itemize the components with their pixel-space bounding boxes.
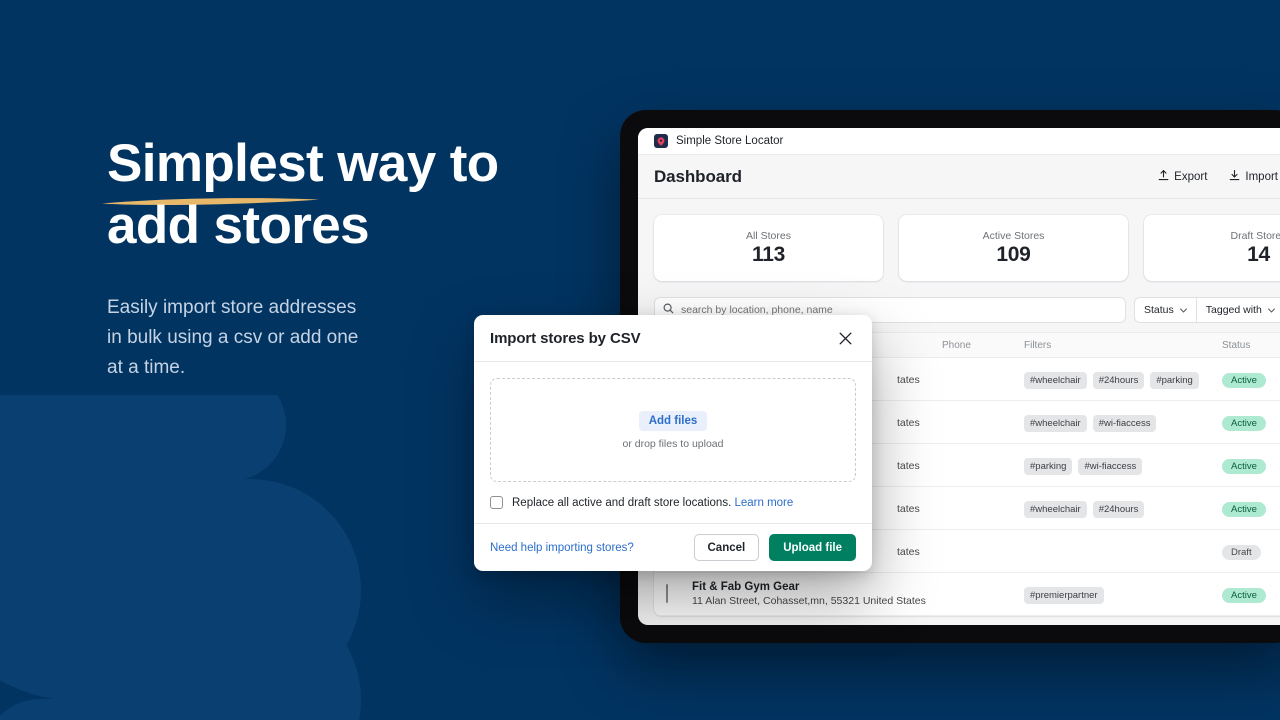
store-address: tates — [897, 460, 920, 472]
replace-locations-text: Replace all active and draft store locat… — [512, 496, 732, 509]
modal-title: Import stores by CSV — [490, 329, 641, 347]
filters-cell: #premierpartner — [1024, 585, 1222, 604]
page-header: Dashboard Export Import — [638, 155, 1280, 199]
stat-value: 113 — [752, 242, 785, 266]
modal-body: Add files or drop files to upload Replac… — [474, 362, 872, 523]
page-title: Dashboard — [654, 166, 742, 186]
modal-header: Import stores by CSV — [474, 315, 872, 362]
upload-file-button[interactable]: Upload file — [769, 534, 856, 561]
status-badge: Active — [1222, 588, 1266, 603]
filter-tag: #24hours — [1092, 500, 1145, 518]
status-cell: Active — [1222, 456, 1280, 474]
filter-group: Status Tagged with — [1134, 297, 1280, 323]
need-help-link[interactable]: Need help importing stores? — [490, 542, 634, 554]
chevron-down-icon — [1179, 304, 1187, 316]
replace-locations-label: Replace all active and draft store locat… — [512, 497, 793, 509]
status-cell: Active — [1222, 585, 1280, 603]
import-button[interactable]: Import — [1229, 169, 1278, 184]
filter-tag: #wi-fiaccess — [1092, 414, 1157, 432]
stat-label: Active Stores — [982, 229, 1045, 242]
stat-card-active-stores[interactable]: Active Stores 109 — [899, 215, 1128, 281]
stat-card-draft-stores[interactable]: Draft Stores 14 — [1144, 215, 1280, 281]
headline-emphasis-text: Simplest — [107, 134, 324, 193]
filters-cell: #parking #wi-fiaccess — [1024, 456, 1222, 475]
store-address: tates — [897, 503, 920, 515]
app-topbar: Simple Store Locator — [638, 128, 1280, 155]
stats-row: All Stores 113 Active Stores 109 Draft S… — [638, 199, 1280, 297]
import-icon — [1229, 169, 1240, 184]
file-dropzone[interactable]: Add files or drop files to upload — [490, 378, 856, 482]
filter-tag: #wheelchair — [1024, 371, 1087, 389]
headline-line2: add stores — [107, 196, 370, 255]
export-button[interactable]: Export — [1158, 169, 1207, 184]
stat-card-all-stores[interactable]: All Stores 113 — [654, 215, 883, 281]
stat-label: All Stores — [746, 229, 791, 242]
modal-footer: Need help importing stores? Cancel Uploa… — [474, 523, 872, 571]
header-filters: Filters — [1024, 339, 1052, 351]
filter-status-label: Status — [1144, 304, 1174, 316]
learn-more-link[interactable]: Learn more — [734, 497, 793, 509]
brand-watermark-s — [0, 395, 361, 720]
headline-emphasis-word: Simplest — [102, 133, 324, 205]
status-badge: Active — [1222, 459, 1266, 474]
filter-tag: #wi-fiaccess — [1078, 457, 1143, 475]
headline: Simplest way to add stores — [102, 133, 577, 257]
filters-cell: #wheelchair #wi-fiaccess — [1024, 413, 1222, 432]
filter-tag: #premierpartner — [1024, 586, 1104, 604]
filter-tag: #wheelchair — [1024, 500, 1087, 518]
chevron-down-icon — [1267, 304, 1275, 316]
close-icon[interactable] — [834, 327, 856, 349]
status-cell: Active — [1222, 370, 1280, 388]
headline-line1-rest: way to — [323, 134, 499, 193]
export-label: Export — [1174, 170, 1208, 183]
replace-locations-checkbox[interactable] — [490, 496, 503, 509]
filter-tag: #parking — [1024, 457, 1073, 475]
replace-locations-row: Replace all active and draft store locat… — [490, 482, 856, 523]
header-status: Status — [1222, 339, 1251, 351]
header-phone: Phone — [942, 339, 971, 351]
app-name-label: Simple Store Locator — [676, 135, 784, 147]
status-badge: Active — [1222, 502, 1266, 517]
status-badge: Active — [1222, 373, 1266, 388]
stat-label: Draft Stores — [1230, 229, 1280, 242]
status-cell: Draft — [1222, 542, 1280, 560]
status-badge: Draft — [1222, 545, 1261, 560]
filter-tagged-with-button[interactable]: Tagged with — [1196, 297, 1280, 323]
filters-cell: #wheelchair #24hours — [1024, 499, 1222, 518]
drop-hint-label: or drop files to upload — [622, 437, 724, 450]
promo-banner: Simplest way to add stores Easily import… — [0, 0, 1280, 720]
stat-value: 14 — [1247, 242, 1270, 266]
filter-tag: #parking — [1150, 371, 1199, 389]
filter-tag: #24hours — [1092, 371, 1145, 389]
store-locator-pin-logo-icon — [654, 134, 668, 148]
filter-tag: #wheelchair — [1024, 414, 1087, 432]
import-csv-modal: Import stores by CSV Add files or drop f… — [474, 315, 872, 571]
status-cell: Active — [1222, 413, 1280, 431]
store-address: tates — [897, 417, 920, 429]
filter-tagged-with-label: Tagged with — [1205, 304, 1262, 316]
store-name: Fit & Fab Gym Gear — [692, 581, 800, 593]
store-cell: Fit & Fab Gym Gear 11 Alan Street, Cohass… — [692, 581, 942, 607]
store-address: 11 Alan Street, Cohasset,mn, 55321 Unite… — [692, 595, 926, 607]
add-files-button[interactable]: Add files — [638, 410, 708, 431]
row-checkbox-cell — [666, 584, 692, 603]
store-address: tates — [897, 374, 920, 386]
store-address: tates — [897, 546, 920, 558]
stat-value: 109 — [996, 242, 1031, 266]
status-cell: Active — [1222, 499, 1280, 517]
filters-cell: #wheelchair #24hours #parking — [1024, 370, 1222, 389]
filter-status-button[interactable]: Status — [1134, 297, 1197, 323]
cancel-button[interactable]: Cancel — [693, 534, 760, 561]
export-icon — [1158, 169, 1169, 184]
status-badge: Active — [1222, 416, 1266, 431]
header-actions: Export Import — [1158, 169, 1278, 184]
modal-footer-buttons: Cancel Upload file — [693, 534, 856, 561]
import-label: Import — [1245, 170, 1278, 183]
row-checkbox[interactable] — [666, 584, 668, 603]
table-row[interactable]: Fit & Fab Gym Gear 11 Alan Street, Cohass… — [654, 573, 1280, 616]
